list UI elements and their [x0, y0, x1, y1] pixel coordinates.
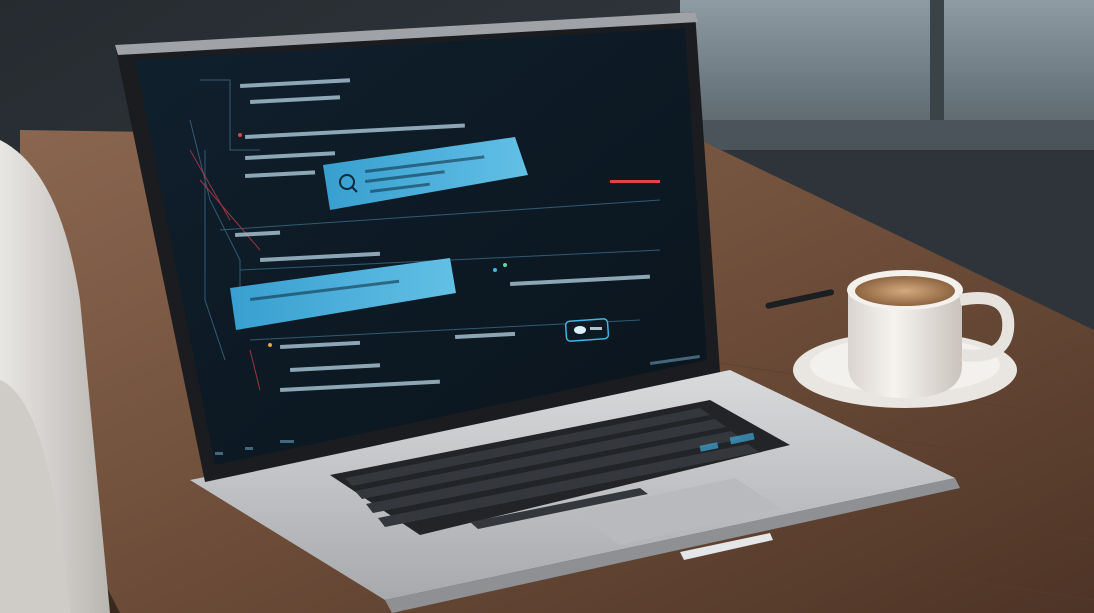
coffee [855, 276, 955, 306]
cloud-icon [574, 326, 586, 334]
alert-indicator [610, 180, 660, 183]
window [680, 0, 1094, 150]
scene-svg [0, 0, 1094, 613]
photo-scene [0, 0, 1094, 613]
toggle-button[interactable] [564, 318, 610, 342]
